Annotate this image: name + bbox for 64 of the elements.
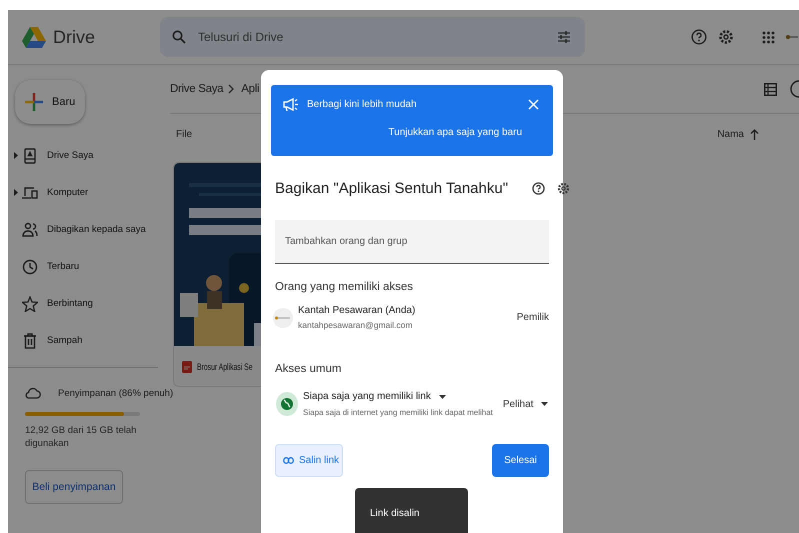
clock-icon [22, 258, 38, 274]
toast-message: Link disalin [370, 508, 420, 519]
file-name: Brosur Aplikasi Se [197, 362, 252, 372]
avatar-icon[interactable] [786, 35, 798, 39]
storage-label[interactable]: Penyimpanan (86% penuh) [58, 388, 174, 398]
expand-caret-icon[interactable] [14, 152, 18, 159]
trash-icon [22, 332, 38, 348]
settings-icon[interactable] [557, 182, 570, 195]
settings-icon[interactable] [718, 29, 734, 45]
list-view-icon[interactable] [764, 82, 777, 96]
avatar-icon [273, 308, 293, 328]
storage-usage-text: 12,92 GB dari 15 GB telah digunakan [25, 424, 138, 450]
filter-icon[interactable] [557, 30, 571, 44]
sidebar-item[interactable]: Dibagikan kepada saya [8, 211, 160, 248]
access-description: Siapa saja di internet yang memiliki link dapat melihat [303, 408, 493, 417]
search-icon [172, 30, 186, 44]
sidebar-item[interactable]: Sampah [8, 322, 160, 359]
drive-logo-icon [22, 26, 46, 48]
arrow-up-icon[interactable] [750, 128, 759, 140]
section-heading: Orang yang memiliki akses [275, 281, 414, 293]
computer-icon [22, 184, 38, 200]
search-field[interactable]: Telusuri di Drive [196, 29, 547, 45]
breadcrumb-item[interactable]: Drive Saya [170, 83, 224, 95]
role-dropdown[interactable]: Pelihat [502, 398, 548, 410]
info-icon[interactable] [790, 80, 799, 98]
add-people-field[interactable]: Tambahkan orang dan grup [275, 220, 549, 264]
search-bar[interactable]: Telusuri di Drive [160, 17, 585, 57]
person-name: Kantah Pesawaran (Anda) [298, 305, 416, 316]
globe-icon [276, 392, 298, 416]
sidebar-item[interactable]: Drive Saya [8, 137, 160, 174]
help-icon[interactable] [532, 182, 546, 195]
section-heading: Akses umum [275, 363, 342, 375]
section-label: File [176, 128, 192, 140]
sort-button[interactable]: Nama [717, 128, 744, 140]
drive-icon [22, 148, 38, 164]
caret-icon [541, 402, 548, 406]
expand-caret-icon[interactable] [14, 189, 18, 196]
banner-title: Berbagi kini lebih mudah [307, 99, 417, 110]
whats-new-link[interactable]: Tunjukkan apa saja yang baru [388, 127, 522, 138]
access-scope-dropdown[interactable]: Siapa saja yang memiliki link [303, 391, 493, 402]
person-email: kantahpesawaran@gmail.com [298, 320, 414, 330]
cloud-icon [24, 387, 41, 399]
help-icon[interactable] [691, 29, 707, 45]
sidebar-item[interactable]: Terbaru [8, 248, 160, 285]
dialog-title: Bagikan "Aplikasi Sentuh Tanahku" [275, 180, 508, 197]
people-icon [22, 222, 38, 238]
link-icon [283, 457, 294, 464]
sidebar-item[interactable]: Komputer [8, 174, 160, 211]
app-name: Drive [53, 26, 96, 48]
chevron-right-icon [228, 84, 234, 94]
new-button[interactable]: Baru [15, 80, 85, 124]
star-icon [22, 296, 38, 312]
apps-grid-icon[interactable] [762, 30, 775, 44]
plus-icon [25, 93, 43, 111]
role-label: Pemilik [516, 312, 549, 323]
pdf-icon [182, 361, 192, 373]
close-icon[interactable] [528, 99, 539, 110]
buy-storage-button[interactable]: Beli penyimpanan [25, 470, 123, 504]
done-button[interactable]: Selesai [492, 444, 549, 477]
megaphone-icon [283, 98, 299, 111]
breadcrumb-item[interactable]: Apli [241, 83, 260, 95]
caret-icon [438, 394, 446, 398]
sidebar-item[interactable]: Berbintang [8, 285, 160, 322]
copy-link-button[interactable]: Salin link [275, 444, 343, 477]
